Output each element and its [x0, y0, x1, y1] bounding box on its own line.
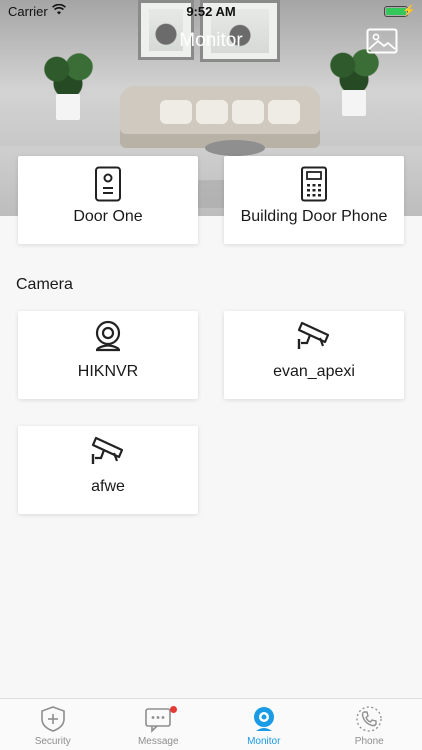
door-station-icon — [95, 166, 121, 202]
cushion — [160, 100, 192, 124]
door-station-card-building-door-phone[interactable]: Building Door Phone — [224, 156, 404, 244]
tab-label: Message — [137, 736, 179, 747]
tab-label: Phone — [354, 736, 384, 747]
image-icon[interactable] — [366, 28, 398, 54]
webcam-icon — [253, 707, 274, 731]
tab-security[interactable]: Security — [0, 699, 106, 750]
shield-plus-icon — [40, 706, 65, 732]
tab-bar: Security Message Monitor Phone — [0, 698, 422, 750]
cushion — [232, 100, 264, 124]
plant — [326, 46, 382, 116]
camera-label: afwe — [91, 478, 125, 495]
plant — [40, 50, 96, 120]
camera-card-evan-apexi[interactable]: evan_apexi — [224, 311, 404, 399]
door-station-card-door-one[interactable]: Door One — [18, 156, 198, 244]
charging-icon: ⚡ — [402, 5, 416, 17]
clock: 9:52 AM — [186, 4, 236, 19]
camera-label: evan_apexi — [273, 363, 355, 380]
cushion — [268, 100, 300, 124]
tab-message[interactable]: Message — [106, 699, 212, 750]
phone-icon — [356, 706, 382, 732]
coffee-table — [205, 140, 265, 156]
message-icon — [145, 708, 172, 733]
camera-card-afwe[interactable]: afwe — [18, 426, 198, 514]
building-door-phone-icon — [301, 166, 327, 202]
cushion — [196, 100, 228, 124]
tab-label: Monitor — [247, 736, 281, 747]
camera-label: HIKNVR — [77, 363, 139, 380]
camera-section-title: Camera — [16, 276, 73, 293]
door-station-label: Building Door Phone — [240, 208, 388, 225]
tab-label: Security — [34, 736, 71, 747]
tab-phone[interactable]: Phone — [317, 699, 422, 750]
cctv-camera-icon — [297, 321, 330, 349]
unread-badge — [169, 706, 177, 713]
nvr-icon — [95, 320, 121, 352]
cctv-camera-icon — [91, 436, 124, 464]
door-station-label: Door One — [73, 208, 143, 225]
camera-card-hiknvr[interactable]: HIKNVR — [18, 311, 198, 399]
page-title: Monitor — [179, 30, 243, 51]
tab-monitor[interactable]: Monitor — [211, 699, 317, 750]
status-bar: Carrier 9:52 AM ⚡ — [0, 0, 422, 22]
